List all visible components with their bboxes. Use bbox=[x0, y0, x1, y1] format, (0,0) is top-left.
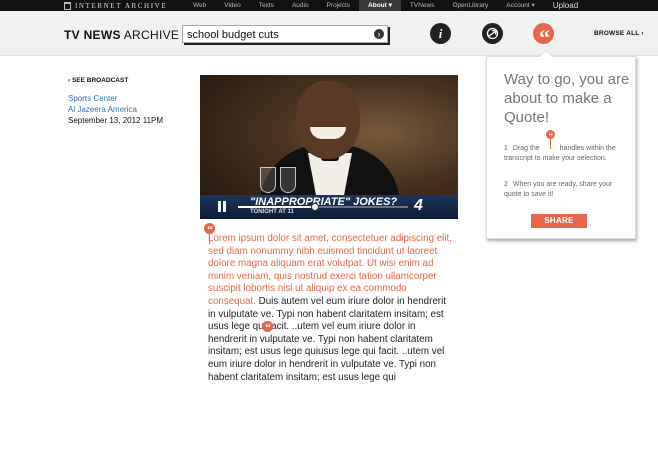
transcript-text[interactable]: Duis autem vel eum iriure dolor in hendr… bbox=[208, 296, 446, 383]
nav-item-tvnews[interactable]: TVNews bbox=[401, 0, 444, 11]
quote-handle-icon: “ bbox=[542, 130, 558, 150]
step1-text-a: Drag the bbox=[512, 145, 540, 152]
video-glass bbox=[280, 167, 296, 193]
panel-title: Way to go, you are about to make a Quote… bbox=[504, 71, 630, 126]
logo-text: INTERNET ARCHIVE bbox=[75, 1, 168, 10]
broadcast-date: September 13, 2012 11PM bbox=[68, 116, 164, 125]
video-figure-head bbox=[296, 81, 360, 159]
search-go-icon[interactable]: › bbox=[374, 29, 384, 39]
share-quote-button[interactable]: SHARE bbox=[531, 214, 587, 228]
instruction-step-2: 2 When you are ready, share your quote to… bbox=[504, 180, 630, 199]
nav-item-projects[interactable]: Projects bbox=[318, 0, 359, 11]
make-quote-panel: Way to go, you are about to make a Quote… bbox=[486, 50, 636, 239]
video-progress-track[interactable] bbox=[238, 203, 408, 211]
quote-handle-icon: “ bbox=[262, 321, 273, 334]
show-link[interactable]: Sports Center bbox=[68, 93, 163, 104]
nav-item-audio[interactable]: Audio bbox=[283, 0, 318, 11]
transcript[interactable]: Lorem ipsum dolor sit amet, consectetuer… bbox=[208, 233, 456, 384]
page-header: TV NEWS ARCHIVE › i “ BROWSE ALL › bbox=[0, 11, 658, 56]
internet-archive-logo[interactable]: INTERNET ARCHIVE bbox=[64, 1, 167, 10]
share-button[interactable] bbox=[482, 23, 503, 44]
top-navigation-bar: INTERNET ARCHIVE Web Video Texts Audio Proje… bbox=[0, 0, 658, 11]
nav-item-texts[interactable]: Texts bbox=[250, 0, 283, 11]
video-player[interactable]: "INAPPROPRIATE" JOKES? TONIGHT AT 11 4 bbox=[200, 75, 458, 219]
browse-all-link[interactable]: BROWSE ALL › bbox=[594, 30, 644, 37]
quote-icon: “ bbox=[539, 25, 550, 50]
quote-end-handle[interactable]: “ bbox=[262, 321, 274, 334]
video-progress-fill bbox=[238, 206, 315, 208]
lower-third-subtext: TONIGHT AT 11 bbox=[250, 209, 294, 215]
internet-archive-logo-icon bbox=[64, 1, 71, 10]
top-nav-menu: Web Video Texts Audio Projects About ▾ TVNews O… bbox=[184, 0, 587, 11]
broadcast-meta: Sports Center Al Jazeera America Septemb… bbox=[68, 93, 163, 126]
nav-item-upload[interactable]: Upload bbox=[544, 0, 587, 11]
info-icon: i bbox=[438, 26, 443, 41]
channel-logo: 4 bbox=[414, 197, 423, 214]
brand-bold: TV NEWS bbox=[64, 28, 121, 42]
see-broadcast-link[interactable]: ‹ SEE BROADCAST bbox=[68, 77, 128, 84]
nav-item-video[interactable]: Video bbox=[215, 0, 250, 11]
share-icon bbox=[486, 27, 499, 40]
tv-news-archive-brand[interactable]: TV NEWS ARCHIVE bbox=[64, 28, 179, 42]
info-button[interactable]: i bbox=[430, 23, 451, 44]
nav-item-account[interactable]: Account ▾ bbox=[497, 0, 544, 11]
step2-text: When you are ready, share your quote to … bbox=[504, 181, 613, 198]
brand-rest: ARCHIVE bbox=[120, 28, 180, 42]
instruction-step-1: 1 Drag the “ handles within the transcrip… bbox=[504, 130, 630, 163]
video-glass bbox=[260, 167, 276, 193]
nav-item-about[interactable]: About ▾ bbox=[359, 0, 401, 11]
quote-handle-stem bbox=[549, 139, 551, 149]
search-box: › bbox=[182, 25, 388, 43]
network-link[interactable]: Al Jazeera America bbox=[68, 104, 163, 115]
search-input[interactable] bbox=[187, 27, 367, 42]
video-scrubber-handle[interactable] bbox=[310, 203, 319, 211]
pause-icon[interactable] bbox=[218, 201, 230, 213]
nav-item-openlibrary[interactable]: OpenLibrary bbox=[443, 0, 497, 11]
quote-handle-bubble: “ bbox=[545, 130, 555, 141]
step-number: 2 bbox=[504, 181, 508, 188]
step-number: 1 bbox=[504, 145, 508, 152]
nav-item-web[interactable]: Web bbox=[184, 0, 215, 11]
quote-button[interactable]: “ bbox=[533, 23, 554, 50]
